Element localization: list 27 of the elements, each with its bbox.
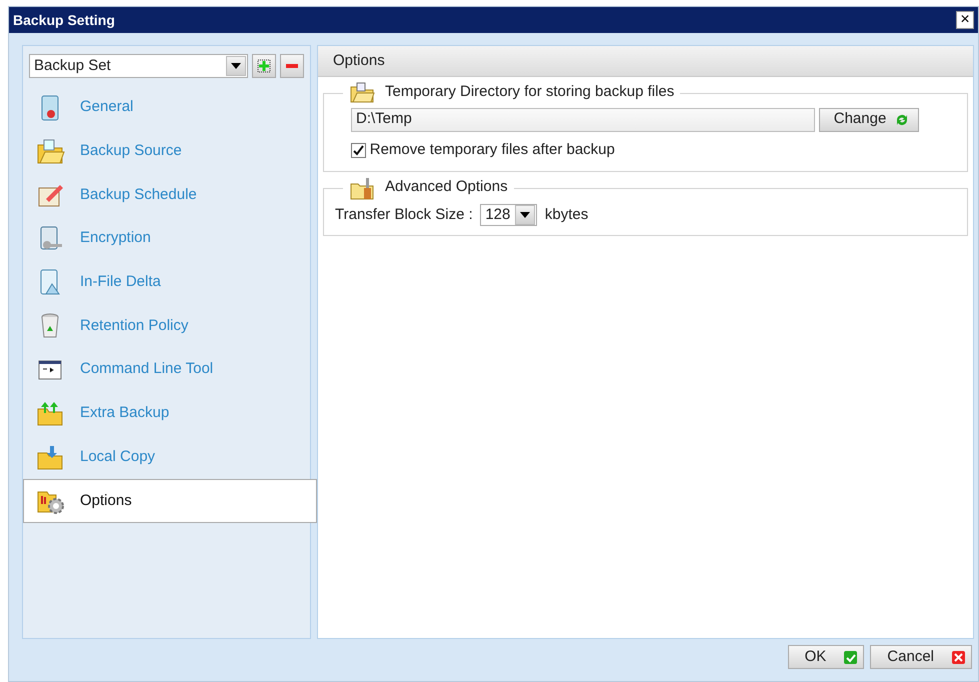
path-field[interactable]: D:\Temp [351, 108, 815, 132]
folder-icon [349, 81, 375, 104]
folder-icon [36, 137, 66, 166]
group-title: Advanced Options [385, 177, 508, 198]
check-icon [844, 650, 858, 664]
panel-title: Options [333, 50, 385, 71]
ok-button[interactable]: OK [788, 645, 864, 669]
folder-icon [349, 176, 375, 200]
cancel-button[interactable]: Cancel [870, 645, 972, 669]
block-size-dropdown[interactable]: 128 [480, 204, 538, 226]
close-icon [952, 650, 965, 664]
caret-icon [520, 212, 530, 218]
unit-label: kbytes [544, 204, 588, 224]
sidebar-item[interactable]: Options [23, 478, 317, 523]
close-button[interactable]: × [956, 11, 974, 29]
remove-button[interactable] [280, 54, 304, 78]
backup-set-dropdown[interactable]: Backup Set [29, 54, 248, 78]
check-icon [353, 144, 364, 156]
caret-icon [231, 63, 241, 69]
add-button[interactable] [252, 54, 276, 78]
field-label: Transfer Block Size : [335, 204, 473, 224]
group-title: Temporary Directory for storing backup files [385, 82, 674, 102]
change-button[interactable]: Change [818, 108, 920, 132]
minus-icon [286, 64, 298, 68]
window-title: Backup Setting [13, 10, 115, 30]
remove-temp-checkbox[interactable]: Remove temporary files after backup [351, 139, 956, 162]
add-icon [257, 59, 271, 73]
